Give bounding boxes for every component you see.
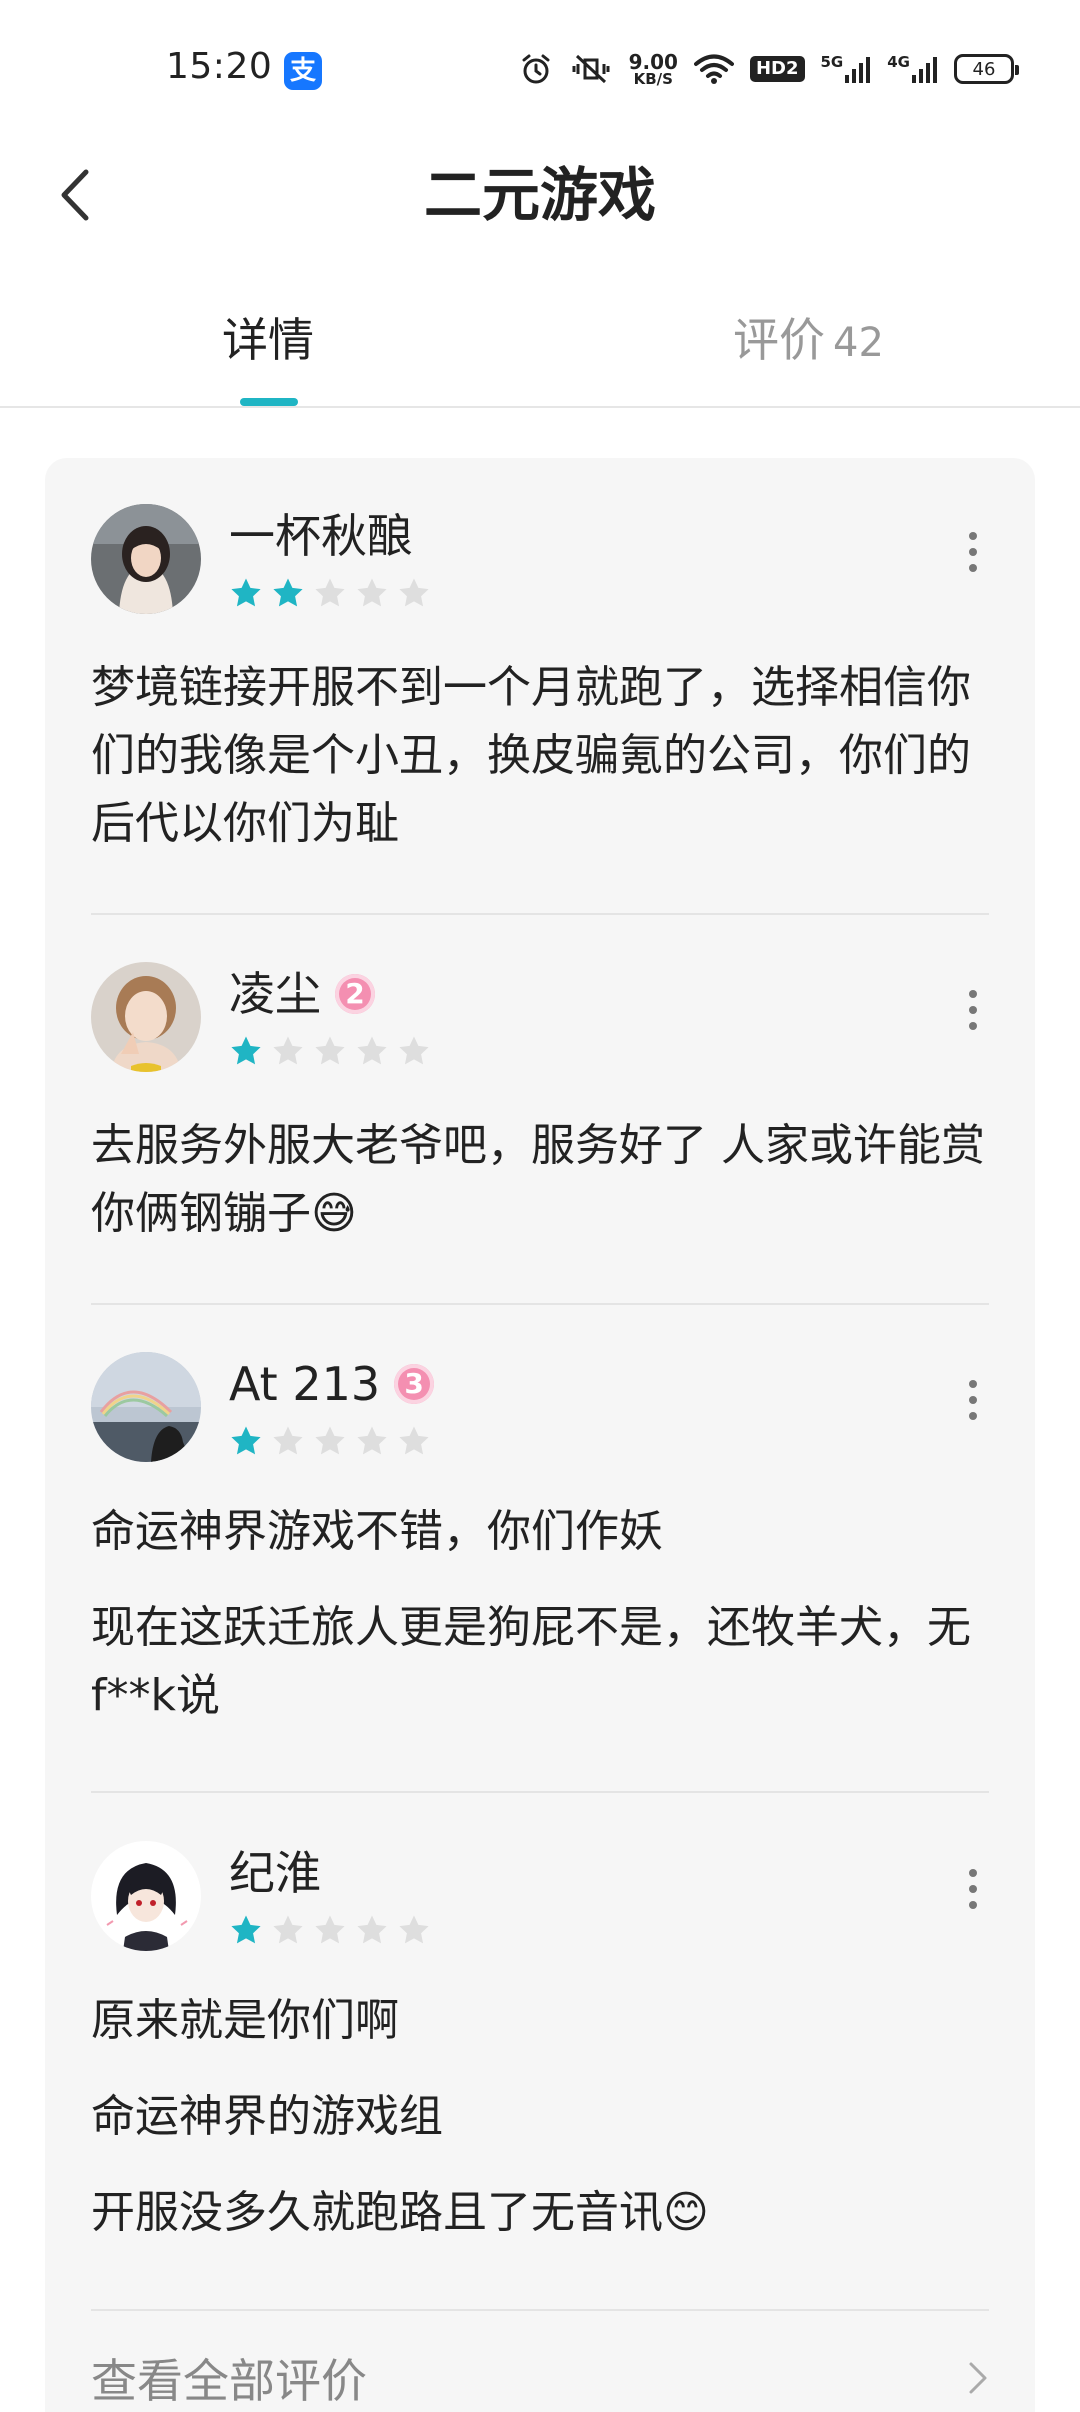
rating-stars xyxy=(229,1913,431,1947)
star-empty-icon xyxy=(357,1915,387,1944)
level-badge: 3 xyxy=(394,1364,435,1404)
avatar[interactable] xyxy=(91,504,201,614)
more-vertical-icon xyxy=(969,1869,977,1877)
star-empty-icon xyxy=(399,578,429,607)
star-filled-icon xyxy=(273,578,303,607)
more-vertical-icon xyxy=(969,1380,977,1388)
more-options-button[interactable] xyxy=(953,1859,993,1919)
star-empty-icon xyxy=(315,578,345,607)
reviewer-name[interactable]: 一杯秋酿 xyxy=(229,508,413,564)
star-empty-icon xyxy=(357,1036,387,1065)
status-time: 15:20 xyxy=(166,46,273,87)
star-empty-icon xyxy=(273,1915,303,1944)
review-paragraph: 梦境链接开服不到一个月就跑了，选择相信你们的我像是个小丑，换皮骗氪的公司，你们的… xyxy=(91,662,971,849)
divider xyxy=(91,1303,989,1305)
review-paragraph: 命运神界的游戏组 xyxy=(91,2091,443,2142)
more-vertical-icon xyxy=(969,532,977,540)
star-filled-icon xyxy=(231,1915,261,1944)
net-speed: 9.00 KB/S xyxy=(628,49,678,88)
view-all-reviews-link[interactable]: 查看全部评价 xyxy=(91,2338,989,2412)
review-item: 一杯秋酿 梦境链接开服不到一个月就跑了，选择相信你们的我像是个小丑，换皮骗氪的公… xyxy=(91,504,993,849)
review-text: 命运神界游戏不错，你们作妖 现在这跃迁旅人更是狗屁不是，还牧羊犬，无f**k说 xyxy=(91,1498,991,1730)
reviewer-name[interactable]: 纪淮 xyxy=(229,1845,321,1901)
review-item: 纪淮 原来就是你们啊 命运神界的游戏组 开服没多久就跑路且了无音讯😊 xyxy=(91,1841,991,2271)
divider xyxy=(91,1791,989,1793)
divider xyxy=(91,913,989,915)
tab-details-label: 详情 xyxy=(222,313,314,367)
more-options-button[interactable] xyxy=(953,522,993,582)
star-filled-icon xyxy=(231,578,261,607)
review-item: At 213 3 命运神界游戏不错，你们作妖 现在这跃迁旅人更是狗屁不是，还牧羊… xyxy=(91,1352,991,1772)
star-empty-icon xyxy=(315,1915,345,1944)
tab-reviews-count: 42 xyxy=(833,320,884,366)
tab-reviews-label: 评价 xyxy=(733,313,825,367)
avatar[interactable] xyxy=(91,962,201,1072)
wifi-icon xyxy=(693,54,734,84)
review-paragraph: 原来就是你们啊 xyxy=(91,1995,399,2046)
app-header: 二元游戏 xyxy=(0,140,1080,250)
review-paragraph: 开服没多久就跑路且了无音讯😊 xyxy=(91,2187,709,2238)
rating-stars xyxy=(229,1424,431,1458)
more-vertical-icon xyxy=(969,990,977,998)
star-empty-icon xyxy=(315,1036,345,1065)
rating-stars xyxy=(229,576,431,610)
chevron-right-icon xyxy=(969,2362,987,2394)
status-bar: 15:20 支 9.00 KB/S HD2 5G 4G 46 xyxy=(0,0,1080,140)
battery-icon: 46 xyxy=(954,54,1019,84)
view-all-label: 查看全部评价 xyxy=(91,2354,367,2408)
divider xyxy=(91,2309,989,2311)
page-title: 二元游戏 xyxy=(423,161,656,229)
star-empty-icon xyxy=(357,578,387,607)
reviewer-name[interactable]: 凌尘 2 xyxy=(229,966,375,1022)
star-filled-icon xyxy=(231,1036,261,1065)
review-item: 凌尘 2 去服务外服大老爷吧，服务好了 人家或许能赏你俩钢镚子😅 xyxy=(91,962,991,1252)
reviewer-name[interactable]: At 213 3 xyxy=(229,1356,435,1412)
rating-stars xyxy=(229,1034,431,1068)
more-options-button[interactable] xyxy=(953,980,993,1040)
signal-5g: 5G xyxy=(821,55,872,83)
review-paragraph: 命运神界游戏不错，你们作妖 xyxy=(91,1506,663,1557)
more-options-button[interactable] xyxy=(953,1370,993,1430)
tab-details[interactable]: 详情 xyxy=(222,310,314,370)
review-text: 原来就是你们啊 命运神界的游戏组 开服没多久就跑路且了无音讯😊 xyxy=(91,1987,991,2247)
star-empty-icon xyxy=(273,1426,303,1455)
mute-vibrate-icon xyxy=(572,54,610,84)
tab-bar: 详情 评价 42 xyxy=(0,290,1080,408)
reviews-card: 一杯秋酿 梦境链接开服不到一个月就跑了，选择相信你们的我像是个小丑，换皮骗氪的公… xyxy=(45,458,1035,2412)
status-icons: 9.00 KB/S HD2 5G 4G 46 xyxy=(519,44,1019,94)
tab-active-indicator xyxy=(240,398,298,406)
battery-level: 46 xyxy=(972,58,996,80)
signal-bars-icon xyxy=(845,57,871,83)
star-empty-icon xyxy=(273,1036,303,1065)
review-paragraph: 现在这跃迁旅人更是狗屁不是，还牧羊犬，无f**k说 xyxy=(91,1602,971,1721)
signal-4g: 4G xyxy=(887,55,938,83)
star-empty-icon xyxy=(357,1426,387,1455)
signal-bars-icon xyxy=(912,57,937,83)
star-empty-icon xyxy=(399,1036,429,1065)
review-text: 去服务外服大老爷吧，服务好了 人家或许能赏你俩钢镚子😅 xyxy=(91,1112,991,1248)
avatar[interactable] xyxy=(91,1352,201,1462)
avatar[interactable] xyxy=(91,1841,201,1951)
star-empty-icon xyxy=(315,1426,345,1455)
hd-voice-icon: HD2 xyxy=(749,56,805,82)
star-filled-icon xyxy=(231,1426,261,1455)
star-empty-icon xyxy=(399,1426,429,1455)
tab-reviews[interactable]: 评价 42 xyxy=(733,310,884,373)
alipay-icon: 支 xyxy=(284,52,322,90)
star-empty-icon xyxy=(399,1915,429,1944)
alarm-icon xyxy=(522,54,550,84)
level-badge: 2 xyxy=(335,974,375,1014)
review-paragraph: 去服务外服大老爷吧，服务好了 人家或许能赏你俩钢镚子😅 xyxy=(91,1120,985,1239)
review-text: 梦境链接开服不到一个月就跑了，选择相信你们的我像是个小丑，换皮骗氪的公司，你们的… xyxy=(91,654,991,858)
